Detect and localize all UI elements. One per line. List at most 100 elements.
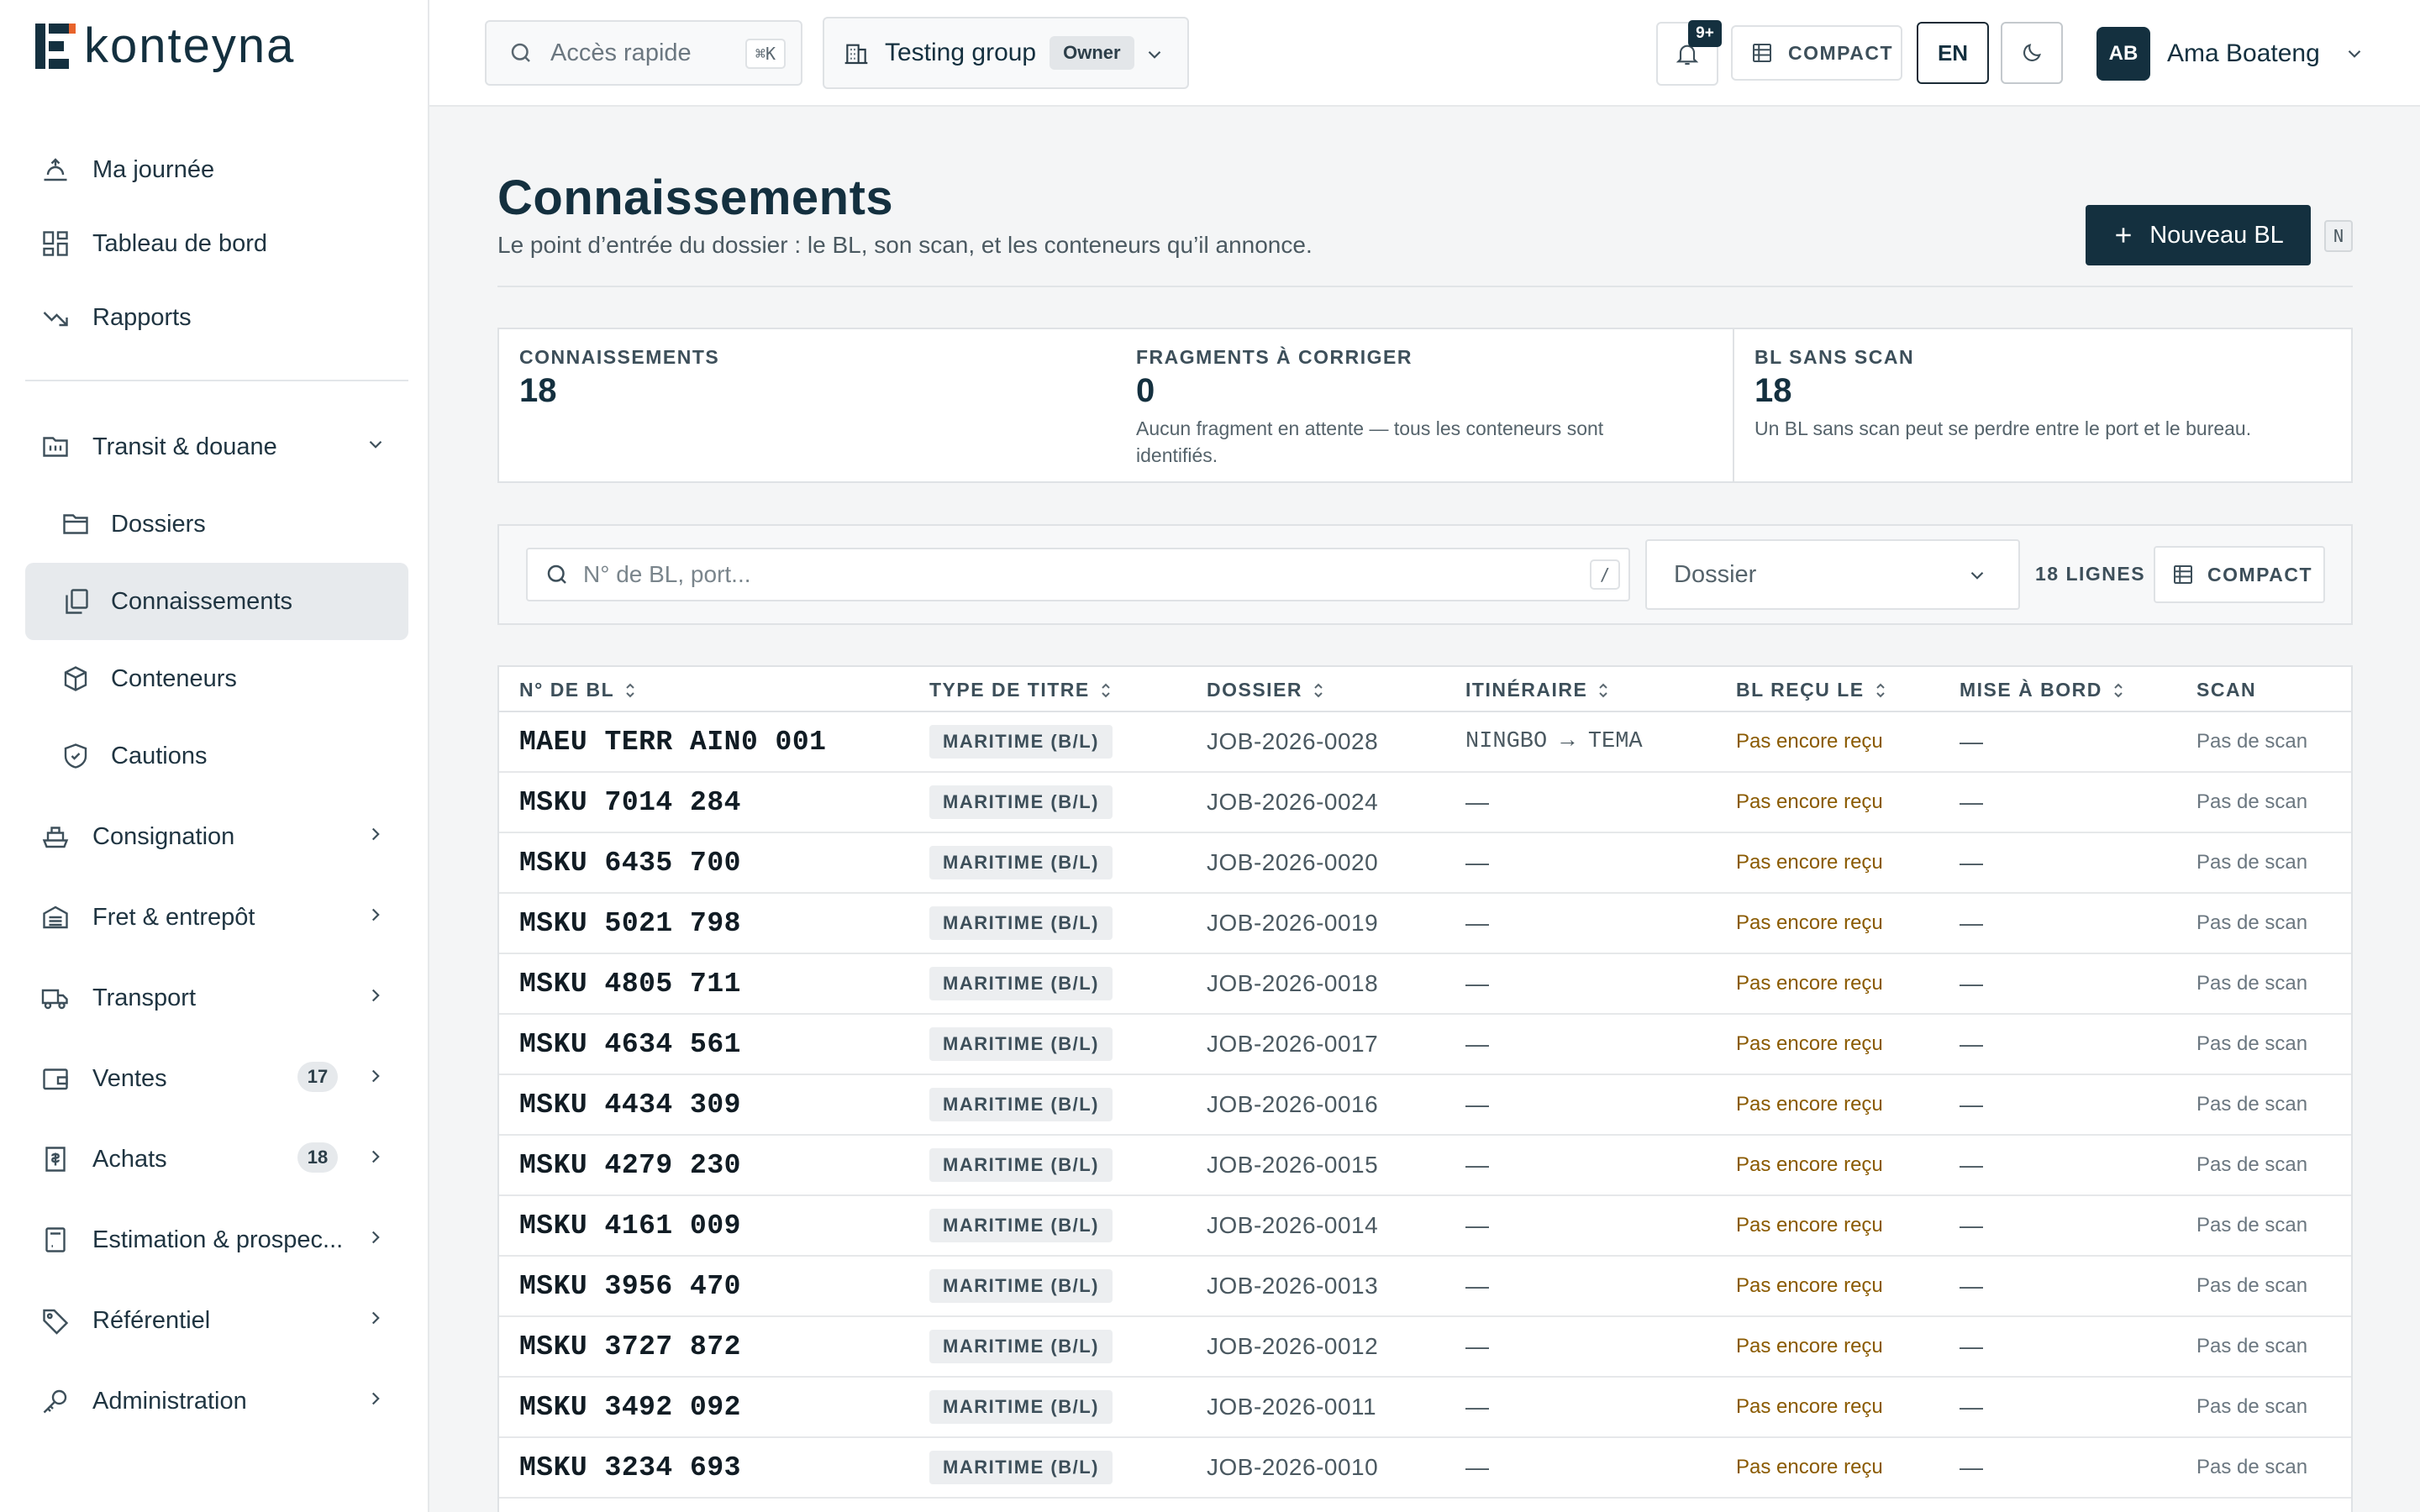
bl-number[interactable]: MSKU 6435 700 <box>519 833 741 892</box>
nav-group-ventes[interactable]: Ventes 17 <box>25 1040 408 1117</box>
table-row[interactable]: MSKU 3234 693 MARITIME (B/L) JOB-2026-0010… <box>499 1438 2351 1499</box>
bl-number[interactable]: MSKU 3234 693 <box>519 1438 741 1497</box>
type-cell: MARITIME (B/L) <box>929 1136 1113 1194</box>
table-row[interactable]: MSKU 4434 309 MARITIME (B/L) JOB-2026-0016… <box>499 1075 2351 1136</box>
scan-status: Pas de scan <box>2196 790 2308 813</box>
column-header-type[interactable]: TYPE DE TITRE <box>929 679 1113 701</box>
nav-item-connaissements[interactable]: Connaissements <box>25 563 408 640</box>
nav-group-consignation[interactable]: Consignation <box>25 798 408 875</box>
compact-table-button[interactable]: COMPACT <box>2154 546 2325 603</box>
compact-label: COMPACT <box>1788 41 1894 64</box>
table-row[interactable]: MSKU 6435 700 MARITIME (B/L) JOB-2026-0020… <box>499 833 2351 894</box>
nav-item-ma-journee[interactable]: Ma journée <box>25 133 408 207</box>
receipt-icon <box>45 1147 66 1172</box>
table-row[interactable]: MSKU 3492 092 MARITIME (B/L) JOB-2026-0011… <box>499 1378 2351 1438</box>
dossier-link[interactable]: JOB-2026-0011 <box>1207 1378 1376 1436</box>
avatar: AB <box>2096 27 2150 81</box>
bl-number[interactable]: MSKU 4634 561 <box>519 1015 741 1074</box>
column-header-recu[interactable]: BL REÇU LE <box>1736 679 1888 701</box>
table-row[interactable]: MSKU 4805 711 MARITIME (B/L) JOB-2026-0018… <box>499 954 2351 1015</box>
bl-number[interactable]: MSKU 4161 009 <box>519 1196 741 1255</box>
theme-toggle-button[interactable] <box>2001 22 2063 84</box>
bl-number[interactable]: MSKU 3492 092 <box>519 1378 741 1436</box>
dossier-link[interactable]: JOB-2026-0010 <box>1207 1438 1378 1497</box>
notifications-button[interactable]: 9+ <box>1656 20 1722 86</box>
dossier-link[interactable]: JOB-2026-0012 <box>1207 1317 1378 1376</box>
scan-status: Pas de scan <box>2196 1395 2308 1418</box>
bl-number[interactable]: MSKU 4805 711 <box>519 954 741 1013</box>
nav-item-cautions[interactable]: Cautions <box>25 717 408 795</box>
dossier-link[interactable]: JOB-2026-0028 <box>1207 712 1378 771</box>
received-status: Pas encore reçu <box>1736 911 1883 934</box>
key-icon <box>43 1389 67 1414</box>
nav-group-transport[interactable]: Transport <box>25 959 408 1037</box>
nav-group-estimation[interactable]: Estimation & prospec... <box>25 1201 408 1278</box>
bl-number[interactable]: MSKU 3956 470 <box>519 1257 741 1315</box>
bl-number[interactable]: MSKU 5021 798 <box>519 894 741 953</box>
bl-number[interactable]: MSKU 7014 284 <box>519 773 741 832</box>
dossier-link[interactable]: JOB-2026-0016 <box>1207 1075 1378 1134</box>
table-row[interactable]: MSKU 7014 284 MARITIME (B/L) JOB-2026-0024… <box>499 773 2351 833</box>
table-row[interactable]: MSKU 4161 009 MARITIME (B/L) JOB-2026-0014… <box>499 1196 2351 1257</box>
user-menu[interactable]: AB Ama Boateng <box>2096 27 2365 81</box>
table-row[interactable]: MSKU 5021 798 MARITIME (B/L) JOB-2026-0019… <box>499 894 2351 954</box>
column-label: SCAN <box>2196 679 2257 701</box>
dossier-select[interactable]: Dossier <box>1645 539 2020 610</box>
column-label: BL REÇU LE <box>1736 679 1865 701</box>
table-row[interactable]: MSKU 3727 872 MARITIME (B/L) JOB-2026-0012… <box>499 1317 2351 1378</box>
bl-number[interactable]: MSKU 4279 230 <box>519 1136 741 1194</box>
nav-item-dossiers[interactable]: Dossiers <box>25 486 408 563</box>
brand-logo[interactable]: konteyna <box>35 18 296 73</box>
dossier-link[interactable]: JOB-2026-0019 <box>1207 894 1378 953</box>
nav-group-transit[interactable]: Transit & douane <box>25 408 408 486</box>
dossier-link[interactable]: JOB-2026-0020 <box>1207 833 1378 892</box>
dossier-link[interactable]: JOB-2026-0014 <box>1207 1196 1378 1255</box>
bl-number[interactable]: MSKU 4434 309 <box>519 1075 741 1134</box>
nav-item-conteneurs[interactable]: Conteneurs <box>25 640 408 717</box>
table-row[interactable]: MAEU TERR AIN0 001 MARITIME (B/L) JOB-2026… <box>499 712 2351 773</box>
sort-icon <box>1599 683 1608 697</box>
tag-icon <box>43 1309 69 1335</box>
nav-group-fret[interactable]: Fret & entrepôt <box>25 879 408 956</box>
shortcut-hint: ⌘K <box>744 39 786 69</box>
nav-group-administration[interactable]: Administration <box>25 1362 408 1440</box>
nav-group-achats[interactable]: Achats 18 <box>25 1121 408 1198</box>
dossier-link[interactable]: JOB-2026-0024 <box>1207 773 1378 832</box>
dossier-link[interactable]: JOB-2026-0017 <box>1207 1015 1378 1074</box>
dossier-link[interactable]: JOB-2026-0018 <box>1207 954 1378 1013</box>
dossier-link[interactable]: JOB-2026-0015 <box>1207 1136 1378 1194</box>
new-bl-button[interactable]: Nouveau BL <box>2086 205 2311 265</box>
scan-status: Pas de scan <box>2196 730 2308 753</box>
column-header-bord[interactable]: MISE À BORD <box>1960 679 2126 701</box>
bl-number[interactable]: MAEU TERR AIN0 001 <box>519 712 826 771</box>
dossier-link[interactable]: JOB-2026-0013 <box>1207 1257 1378 1315</box>
brand-name: konteyna <box>84 18 296 73</box>
plus-icon <box>2116 228 2131 243</box>
stat-card: CONNAISSEMENTS 18 <box>499 329 1116 481</box>
table-row[interactable]: MSKU 4279 230 MARITIME (B/L) JOB-2026-0015… <box>499 1136 2351 1196</box>
column-header-bl[interactable]: N° DE BL <box>519 679 638 701</box>
nav-item-rapports[interactable]: Rapports <box>25 281 408 354</box>
trend-icon <box>43 312 68 327</box>
quick-access-search[interactable]: Accès rapide ⌘K <box>485 20 802 86</box>
bl-number[interactable]: MSKU 3727 872 <box>519 1317 741 1376</box>
chevron-right-icon <box>371 989 380 1002</box>
dossier-placeholder: Dossier <box>1674 560 1757 588</box>
compact-toggle-button[interactable]: COMPACT <box>1731 25 1902 81</box>
table-body: MAEU TERR AIN0 001 MARITIME (B/L) JOB-2026… <box>499 712 2351 1499</box>
type-tag: MARITIME (B/L) <box>929 1269 1113 1303</box>
group-selector[interactable]: Testing group Owner <box>823 17 1189 89</box>
bl-search-input[interactable]: N° de BL, port... / <box>526 548 1630 601</box>
column-header-itineraire[interactable]: ITINÉRAIRE <box>1465 679 1611 701</box>
nav-item-tableau-de-bord[interactable]: Tableau de bord <box>25 207 408 281</box>
sort-icon <box>1876 683 1885 697</box>
table-row[interactable]: MSKU 4634 561 MARITIME (B/L) JOB-2026-0017… <box>499 1015 2351 1075</box>
column-header-dossier[interactable]: DOSSIER <box>1207 679 1326 701</box>
type-cell: MARITIME (B/L) <box>929 1015 1113 1074</box>
language-button[interactable]: EN <box>1917 22 1989 84</box>
nav-label: Rapports <box>92 303 192 331</box>
itinerary: — <box>1465 1394 1489 1420</box>
nav-group-referentiel[interactable]: Référentiel <box>25 1282 408 1359</box>
table-row[interactable]: MSKU 3956 470 MARITIME (B/L) JOB-2026-0013… <box>499 1257 2351 1317</box>
scan-status: Pas de scan <box>2196 1456 2308 1478</box>
